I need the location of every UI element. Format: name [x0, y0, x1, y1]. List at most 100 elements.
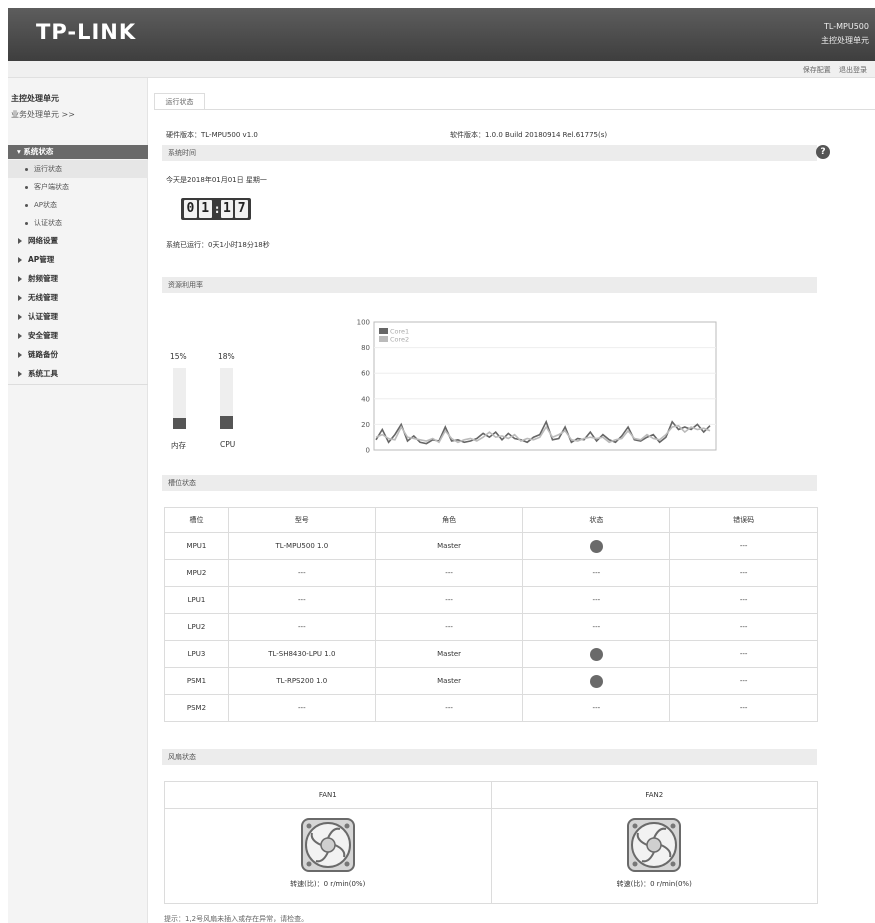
model-cell: TL-RPS200 1.0 [227, 667, 376, 695]
sidebar-switch-link[interactable]: 业务处理单元 >> [8, 104, 147, 120]
sidebar-item-network[interactable]: 网络设置 [8, 232, 148, 250]
status-cell: --- [522, 613, 671, 641]
cpu-label: CPU [220, 440, 236, 449]
uptime-clock: 0 1 : 1 7 [181, 198, 251, 220]
chart-plot-area [373, 321, 717, 451]
y-tick-label: 20 [361, 421, 370, 429]
sidebar-item-ap-management[interactable]: AP管理 [8, 251, 148, 269]
unit-name: 主控处理单元 [821, 36, 869, 45]
legend-label: Core2 [390, 336, 409, 344]
fan-body-row: 转速(比)：0 r/min(0%) 转速(比)：0 r/min(0%) [164, 808, 818, 904]
status-dot-icon [589, 647, 603, 661]
top-toolbar: 保存配置 退出登录 [8, 61, 875, 78]
memory-label: 内存 [171, 441, 186, 450]
sidebar-item-system-tools[interactable]: 系统工具 [8, 365, 148, 383]
help-icon[interactable]: ? [816, 145, 830, 159]
fan-status-table: FAN1 FAN2 转速(比)：0 r/min(0%) 转速(比)：0 r/mi… [164, 781, 818, 904]
sidebar-item-auth-management[interactable]: 认证管理 [8, 308, 148, 326]
clock-digit: 1 [198, 200, 212, 218]
memory-meter-fill [173, 417, 186, 429]
bullet-icon [25, 203, 28, 207]
status-dot-icon [589, 539, 603, 553]
column-header: 型号 [227, 507, 376, 533]
clock-digit: 1 [220, 200, 234, 218]
fan-cell: 转速(比)：0 r/min(0%) [490, 808, 818, 904]
fan-name: FAN1 [164, 781, 492, 809]
save-config-link[interactable]: 保存配置 [803, 66, 831, 74]
column-header: 角色 [374, 507, 524, 533]
status-cell [522, 667, 671, 695]
sidebar: 主控处理单元 业务处理单元 >> ▾ 系统状态 运行状态 客户端状态 AP状态 … [8, 78, 148, 923]
main-content: 运行状态 硬件版本：TL-MPU500 v1.0 软件版本：1.0.0 Buil… [154, 78, 875, 923]
fan-icon [300, 818, 355, 872]
logout-link[interactable]: 退出登录 [839, 66, 867, 74]
role-cell: --- [374, 694, 524, 722]
error-code-cell: --- [669, 667, 818, 695]
caret-right-icon [18, 352, 22, 358]
slot-status-table: 槽位 型号 角色 状态 错误码 MPU1 TL-MPU500 1.0 Master -… [164, 507, 818, 722]
column-header: 槽位 [164, 507, 229, 533]
cpu-core-line-chart: 0 20 40 60 80 100 Core1Core2 [357, 319, 717, 455]
section-fan-status: 风扇状态 [162, 749, 817, 765]
table-row: PSM2 --- --- --- --- [164, 694, 818, 722]
slot-cell: LPU1 [164, 586, 229, 614]
hardware-version: 硬件版本：TL-MPU500 v1.0 [166, 131, 258, 139]
slot-cell: LPU3 [164, 640, 229, 668]
table-row: MPU2 --- --- --- --- [164, 559, 818, 587]
status-cell [522, 532, 671, 560]
slot-cell: LPU2 [164, 613, 229, 641]
sidebar-item-run-status[interactable]: 运行状态 [8, 160, 148, 178]
error-code-cell: --- [669, 559, 818, 587]
sidebar-section-system-status[interactable]: ▾ 系统状态 [8, 145, 148, 159]
status-dot-icon [589, 674, 603, 688]
sidebar-item-auth-status[interactable]: 认证状态 [8, 214, 148, 232]
uptime-text: 系统已运行：0天1小时18分18秒 [166, 241, 270, 249]
cpu-meter [220, 368, 233, 429]
slot-cell: PSM1 [164, 667, 229, 695]
slot-cell: PSM2 [164, 694, 229, 722]
sidebar-item-ap-status[interactable]: AP状态 [8, 196, 148, 214]
table-row: PSM1 TL-RPS200 1.0 Master --- [164, 667, 818, 695]
role-cell: --- [374, 613, 524, 641]
y-tick-label: 100 [357, 319, 370, 327]
bullet-icon [25, 221, 28, 225]
sidebar-title: 主控处理单元 [11, 94, 59, 103]
error-code-cell: --- [669, 640, 818, 668]
table-row: LPU3 TL-SH8430-LPU 1.0 Master --- [164, 640, 818, 668]
status-cell [522, 640, 671, 668]
role-cell: Master [374, 667, 524, 695]
table-row: LPU2 --- --- --- --- [164, 613, 818, 641]
sidebar-item-link-backup[interactable]: 链路备份 [8, 346, 148, 364]
bullet-icon [25, 167, 28, 171]
fan-cell: 转速(比)：0 r/min(0%) [164, 808, 492, 904]
legend-label: Core1 [390, 328, 409, 336]
tab-underline [154, 109, 875, 110]
status-cell: --- [522, 694, 671, 722]
status-cell: --- [522, 559, 671, 587]
caret-right-icon [18, 295, 22, 301]
clock-digit: 7 [235, 200, 248, 218]
model-cell: --- [227, 613, 376, 641]
error-code-cell: --- [669, 613, 818, 641]
tab-run-status[interactable]: 运行状态 [154, 93, 205, 109]
table-row: LPU1 --- --- --- --- [164, 586, 818, 614]
clock-digit: 0 [184, 200, 197, 218]
y-tick-label: 60 [361, 370, 370, 378]
sidebar-item-radio-management[interactable]: 射频管理 [8, 270, 148, 288]
legend-swatch [379, 328, 388, 334]
section-slot-status: 槽位状态 [162, 475, 817, 491]
fan-note: 提示：1,2号风扇未插入或存在异常，请检查。 [164, 915, 309, 923]
column-header: 状态 [522, 507, 671, 533]
column-header: 错误码 [669, 507, 818, 533]
slot-cell: MPU1 [164, 532, 229, 560]
legend-swatch [379, 336, 388, 342]
error-code-cell: --- [669, 586, 818, 614]
caret-right-icon [18, 276, 22, 282]
section-system-time: 系统时间 [162, 145, 817, 161]
model-cell: --- [227, 586, 376, 614]
slot-cell: MPU2 [164, 559, 229, 587]
sidebar-item-wireless[interactable]: 无线管理 [8, 289, 148, 307]
sidebar-item-security[interactable]: 安全管理 [8, 327, 148, 345]
model-cell: TL-SH8430-LPU 1.0 [227, 640, 376, 668]
sidebar-item-client-status[interactable]: 客户端状态 [8, 178, 148, 196]
